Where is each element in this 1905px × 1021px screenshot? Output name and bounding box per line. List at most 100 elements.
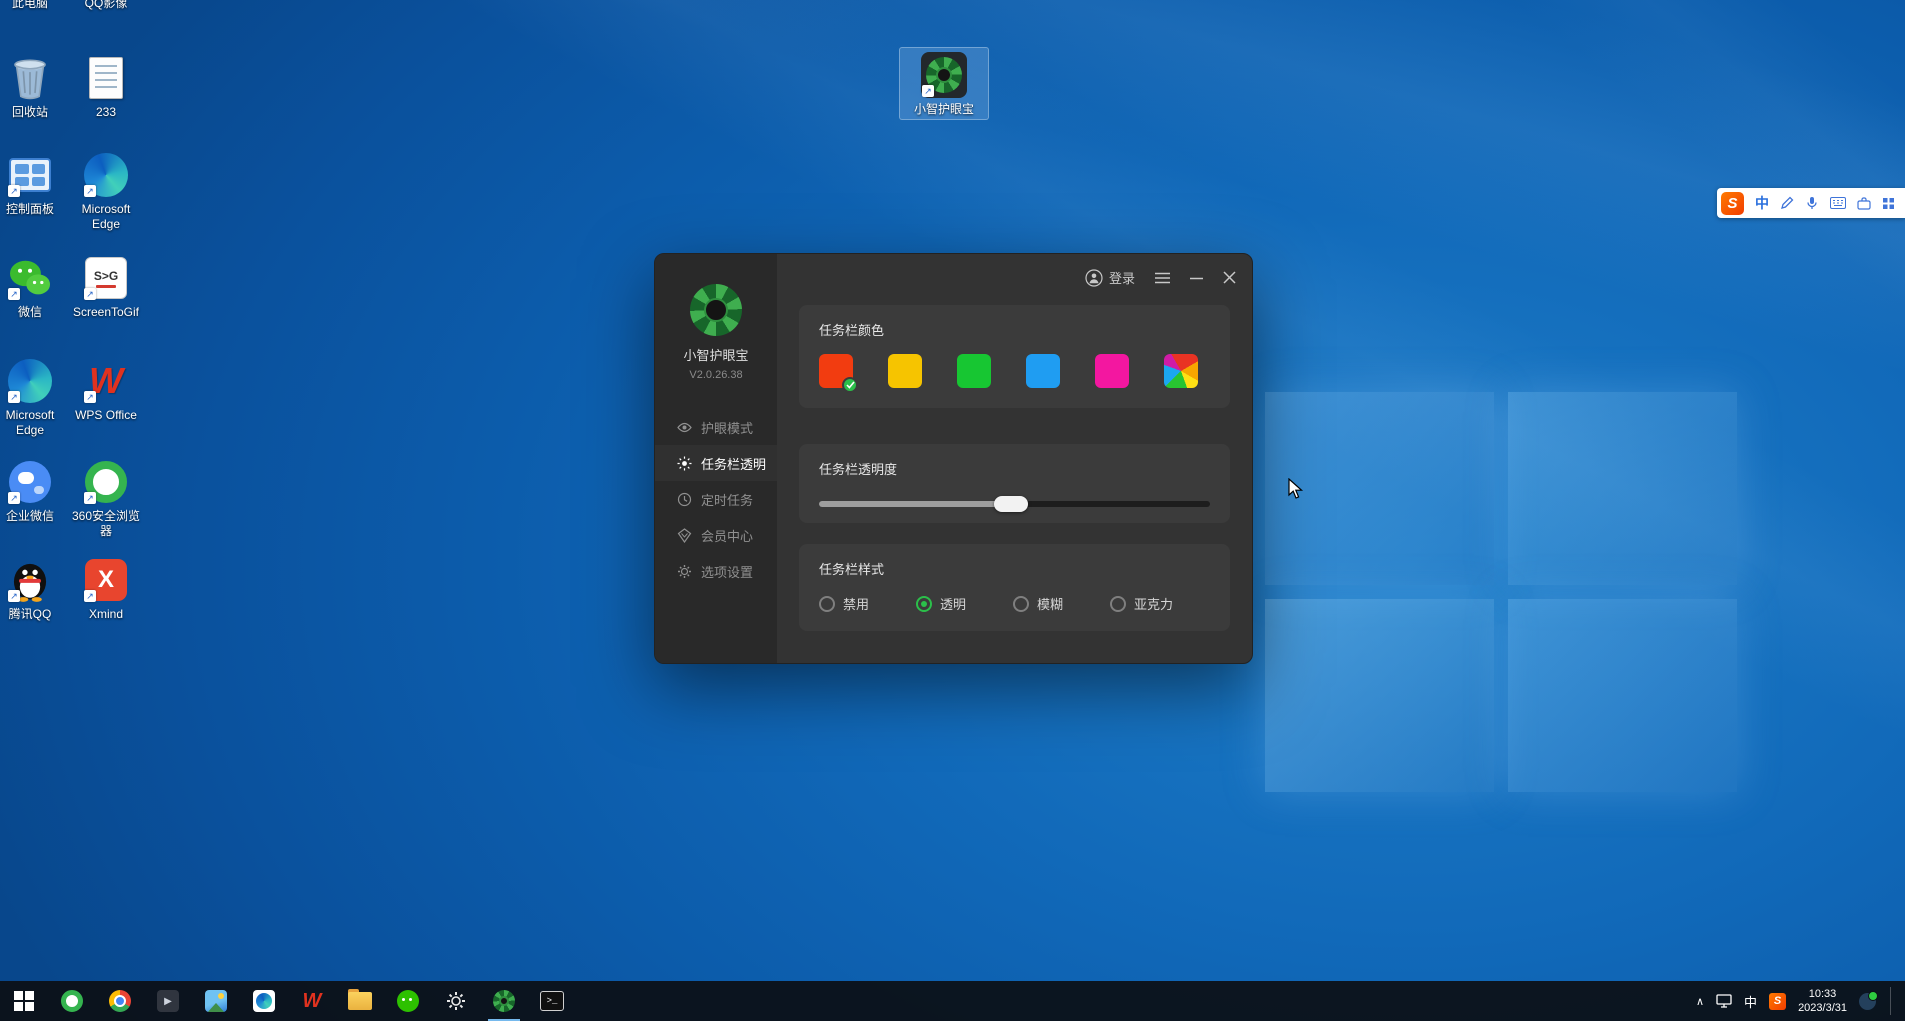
windows-logo-pane [1265,599,1494,792]
selected-check-icon [842,377,858,393]
shortcut-arrow-icon [84,492,96,504]
tray-sogou-icon[interactable]: S [1769,993,1786,1010]
desktop-icon-recycle-bin[interactable]: 回收站 [0,55,68,120]
color-swatch-blue[interactable] [1026,354,1060,388]
minimize-button[interactable] [1190,272,1203,284]
start-button[interactable] [0,981,48,1021]
taskbar-media-player[interactable]: ▶ [144,981,192,1021]
menu-item-eye-mode[interactable]: 护眼模式 [655,409,777,445]
radio-transparent-selected[interactable]: 透明 [916,594,966,613]
radio-acrylic[interactable]: 亚克力 [1110,594,1173,613]
menu-item-member-center[interactable]: 会员中心 [655,517,777,553]
opacity-slider-thumb[interactable] [994,496,1028,512]
tray-notification-icon[interactable] [1859,993,1876,1010]
wecom-icon [7,459,53,505]
eyecare-app-icon [493,990,515,1012]
windows-logo-pane [1508,599,1737,792]
taskbar: ▶ W >_ ∧ 中 S 10:33 2023/3/31 [0,981,1905,1021]
main-menu-button[interactable] [1155,272,1170,284]
desktop-icon-this-pc[interactable]: 此电脑 [0,0,68,11]
taskbar-opacity-card: 任务栏透明度 [799,444,1230,523]
wps-office-icon: W [83,358,129,404]
shortcut-arrow-icon [8,391,20,403]
app-logo-icon [690,284,742,336]
chrome-icon [109,990,131,1012]
color-swatch-green[interactable] [957,354,991,388]
taskbar-wechat[interactable] [384,981,432,1021]
tray-clock[interactable]: 10:33 2023/3/31 [1798,987,1847,1016]
desktop-icon-text-file[interactable]: 233 [68,55,144,120]
minimize-icon [1190,272,1203,284]
eyecare-app-window: 小智护眼宝 V2.0.26.38 护眼模式 任务栏透明 [654,253,1253,664]
edge-icon [83,152,129,198]
taskbar-console[interactable]: >_ [528,981,576,1021]
mic-icon[interactable] [1805,196,1819,210]
browser-360-icon [83,459,129,505]
recycle-bin-icon [7,55,53,101]
windows-logo-wallpaper [1265,392,1737,792]
sogou-logo-icon[interactable]: S [1721,192,1744,215]
close-button[interactable] [1223,271,1236,284]
color-swatch-rainbow[interactable] [1164,354,1198,388]
menu-item-settings[interactable]: 选项设置 [655,553,777,589]
grid-menu-icon[interactable] [1882,197,1895,210]
member-badge-icon [677,528,692,543]
eye-icon [677,420,692,435]
network-icon[interactable] [1716,994,1732,1008]
close-icon [1223,271,1236,284]
radio-disable[interactable]: 禁用 [819,594,869,613]
menu-item-scheduled-tasks[interactable]: 定时任务 [655,481,777,517]
tray-time: 10:33 [1798,987,1847,1001]
desktop-icon-360-browser[interactable]: 360安全浏览器 [68,459,144,539]
desktop-icon-qq[interactable]: 腾讯QQ [0,557,68,622]
desktop-icon-eyecare-selected[interactable]: 小智护眼宝 [899,47,989,120]
ime-mode-toggle[interactable]: 中 [1755,193,1769,213]
edge-icon [7,358,53,404]
xmind-icon: X [83,557,129,603]
tray-expand-button[interactable]: ∧ [1696,995,1704,1008]
color-swatch-magenta[interactable] [1095,354,1129,388]
desktop-icon-control-panel[interactable]: 控制面板 [0,152,68,217]
desktop-icon-screentogif[interactable]: S>G ScreenToGif [68,255,144,320]
color-swatch-red-selected[interactable] [819,354,853,388]
qq-icon [7,557,53,603]
pen-icon[interactable] [1780,196,1794,210]
radio-blur[interactable]: 模糊 [1013,594,1063,613]
taskbar-style-title: 任务栏样式 [819,559,1210,578]
menu-item-taskbar-transparency[interactable]: 任务栏透明 [655,445,777,481]
sogou-ime-toolbar: S 中 [1717,188,1905,218]
taskbar-color-card: 任务栏颜色 [799,305,1230,408]
keyboard-icon[interactable] [1830,197,1846,209]
toolbox-icon[interactable] [1857,197,1871,210]
desktop-icon-wps[interactable]: W WPS Office [68,358,144,423]
clock-icon [677,492,692,507]
taskbar-eyecare-running[interactable] [480,981,528,1021]
taskbar-wps[interactable]: W [288,981,336,1021]
login-button[interactable]: 登录 [1085,268,1135,287]
taskbar-edge[interactable] [240,981,288,1021]
taskbar-settings[interactable] [432,981,480,1021]
taskbar-photo-viewer[interactable] [192,981,240,1021]
desktop-icon-xmind[interactable]: X Xmind [68,557,144,622]
brightness-icon [677,456,692,471]
taskbar-file-explorer[interactable] [336,981,384,1021]
desktop-icon-edge-2[interactable]: Microsoft Edge [0,358,68,438]
taskbar-style-card: 任务栏样式 禁用 透明 模糊 亚克力 [799,544,1230,631]
show-desktop-button[interactable] [1890,987,1895,1016]
app-sidebar: 小智护眼宝 V2.0.26.38 护眼模式 任务栏透明 [655,254,777,663]
shortcut-arrow-icon [8,288,20,300]
desktop-icon-edge-1[interactable]: Microsoft Edge [68,152,144,232]
desktop-icon-qq-image[interactable]: QQ影像 [68,0,144,11]
app-name: 小智护眼宝 [683,345,748,364]
app-content: 登录 任务栏颜色 [777,254,1252,663]
desktop-icon-wecom[interactable]: 企业微信 [0,459,68,524]
tray-ime-indicator[interactable]: 中 [1744,992,1757,1011]
color-swatch-yellow[interactable] [888,354,922,388]
taskbar-chrome[interactable] [96,981,144,1021]
opacity-slider-fill [819,501,1011,507]
app-version: V2.0.26.38 [689,369,742,381]
taskbar-opacity-title: 任务栏透明度 [819,459,1210,478]
taskbar-360-browser[interactable] [48,981,96,1021]
desktop-icon-wechat[interactable]: 微信 [0,255,68,320]
taskbar-style-options: 禁用 透明 模糊 亚克力 [819,594,1210,613]
